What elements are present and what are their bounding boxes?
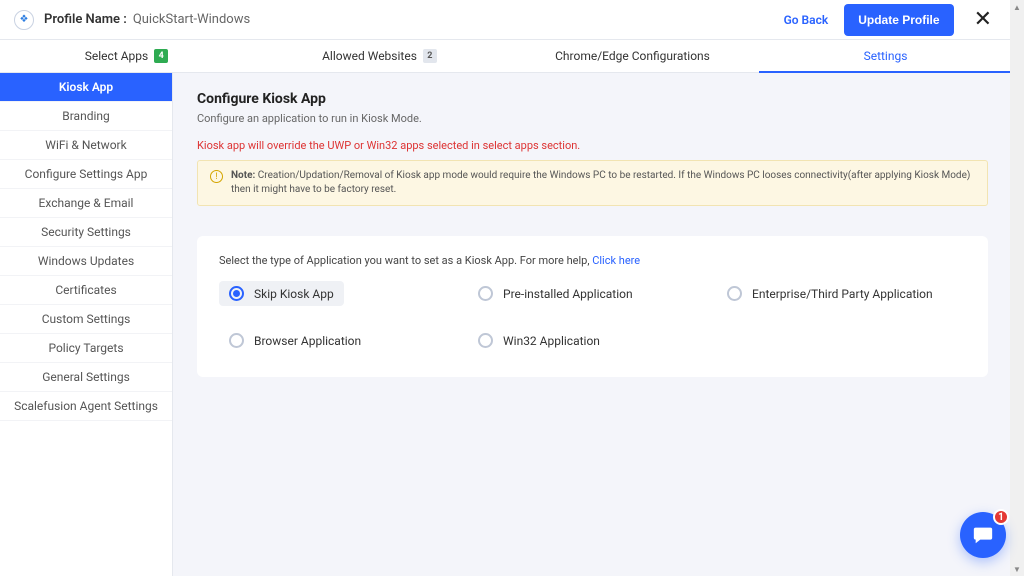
sidebar-item-branding[interactable]: Branding — [0, 102, 172, 131]
sidebar-item-kiosk-app[interactable]: Kiosk App — [0, 73, 172, 102]
go-back-link[interactable]: Go Back — [784, 13, 829, 27]
radio-circle-icon — [478, 333, 493, 348]
help-link[interactable]: Click here — [592, 254, 640, 267]
page-title: Configure Kiosk App — [197, 91, 988, 107]
sidebar-item-general-settings[interactable]: General Settings — [0, 363, 172, 392]
tab-select-apps[interactable]: Select Apps 4 — [0, 40, 253, 72]
radio-label: Skip Kiosk App — [254, 287, 334, 301]
sidebar-item-security-settings[interactable]: Security Settings — [0, 218, 172, 247]
tab-badge: 4 — [154, 49, 168, 63]
tab-label: Settings — [864, 49, 908, 63]
profile-name-value: QuickStart-Windows — [133, 12, 250, 27]
help-text: Select the type of Application you want … — [219, 254, 966, 267]
kiosk-type-card: Select the type of Application you want … — [197, 236, 988, 377]
chat-icon — [972, 524, 994, 546]
sidebar-item-wifi-network[interactable]: WiFi & Network — [0, 131, 172, 160]
tab-label: Chrome/Edge Configurations — [555, 49, 710, 63]
radio-circle-icon — [229, 286, 244, 301]
tab-label: Allowed Websites — [322, 49, 417, 63]
radio-win32-application[interactable]: Win32 Application — [468, 328, 717, 353]
sidebar-item-custom-settings[interactable]: Custom Settings — [0, 305, 172, 334]
sidebar-item-windows-updates[interactable]: Windows Updates — [0, 247, 172, 276]
update-profile-button[interactable]: Update Profile — [844, 4, 953, 36]
radio-skip-kiosk-app[interactable]: Skip Kiosk App — [219, 281, 344, 306]
radio-circle-icon — [229, 333, 244, 348]
radio-pre-installed-application[interactable]: Pre-installed Application — [468, 281, 717, 306]
radio-browser-application[interactable]: Browser Application — [219, 328, 468, 353]
tab-settings[interactable]: Settings — [759, 40, 1012, 72]
page-subtitle: Configure an application to run in Kiosk… — [197, 112, 988, 125]
radio-label: Browser Application — [254, 334, 361, 348]
scroll-down-icon[interactable]: ▼ — [1010, 562, 1024, 576]
warning-icon: ! — [210, 170, 223, 183]
scrollbar[interactable]: ▲ ▼ — [1010, 0, 1024, 576]
tab-badge: 2 — [423, 49, 437, 63]
override-warning: Kiosk app will override the UWP or Win32… — [197, 139, 988, 152]
chat-badge: 1 — [993, 509, 1009, 525]
sidebar-item-policy-targets[interactable]: Policy Targets — [0, 334, 172, 363]
close-icon[interactable]: ✕ — [974, 7, 992, 32]
tab-chrome-edge-configurations[interactable]: Chrome/Edge Configurations — [506, 40, 759, 72]
note-banner: ! Note: Creation/Updation/Removal of Kio… — [197, 160, 988, 206]
profile-name-label: Profile Name : — [44, 12, 127, 27]
radio-label: Win32 Application — [503, 334, 600, 348]
tab-label: Select Apps — [85, 49, 148, 63]
sidebar-item-exchange-email[interactable]: Exchange & Email — [0, 189, 172, 218]
sidebar-item-configure-settings-app[interactable]: Configure Settings App — [0, 160, 172, 189]
radio-circle-icon — [478, 286, 493, 301]
windows-logo-icon: ❖ — [14, 10, 34, 30]
tab-allowed-websites[interactable]: Allowed Websites 2 — [253, 40, 506, 72]
radio-enterprise-third-party-application[interactable]: Enterprise/Third Party Application — [717, 281, 966, 306]
radio-circle-icon — [727, 286, 742, 301]
radio-label: Pre-installed Application — [503, 287, 633, 301]
chat-fab[interactable]: 1 — [960, 512, 1006, 558]
note-text: Note: Creation/Updation/Removal of Kiosk… — [231, 169, 975, 197]
radio-label: Enterprise/Third Party Application — [752, 287, 933, 301]
sidebar-item-scalefusion-agent-settings[interactable]: Scalefusion Agent Settings — [0, 392, 172, 421]
sidebar-item-certificates[interactable]: Certificates — [0, 276, 172, 305]
scroll-up-icon[interactable]: ▲ — [1010, 0, 1024, 14]
